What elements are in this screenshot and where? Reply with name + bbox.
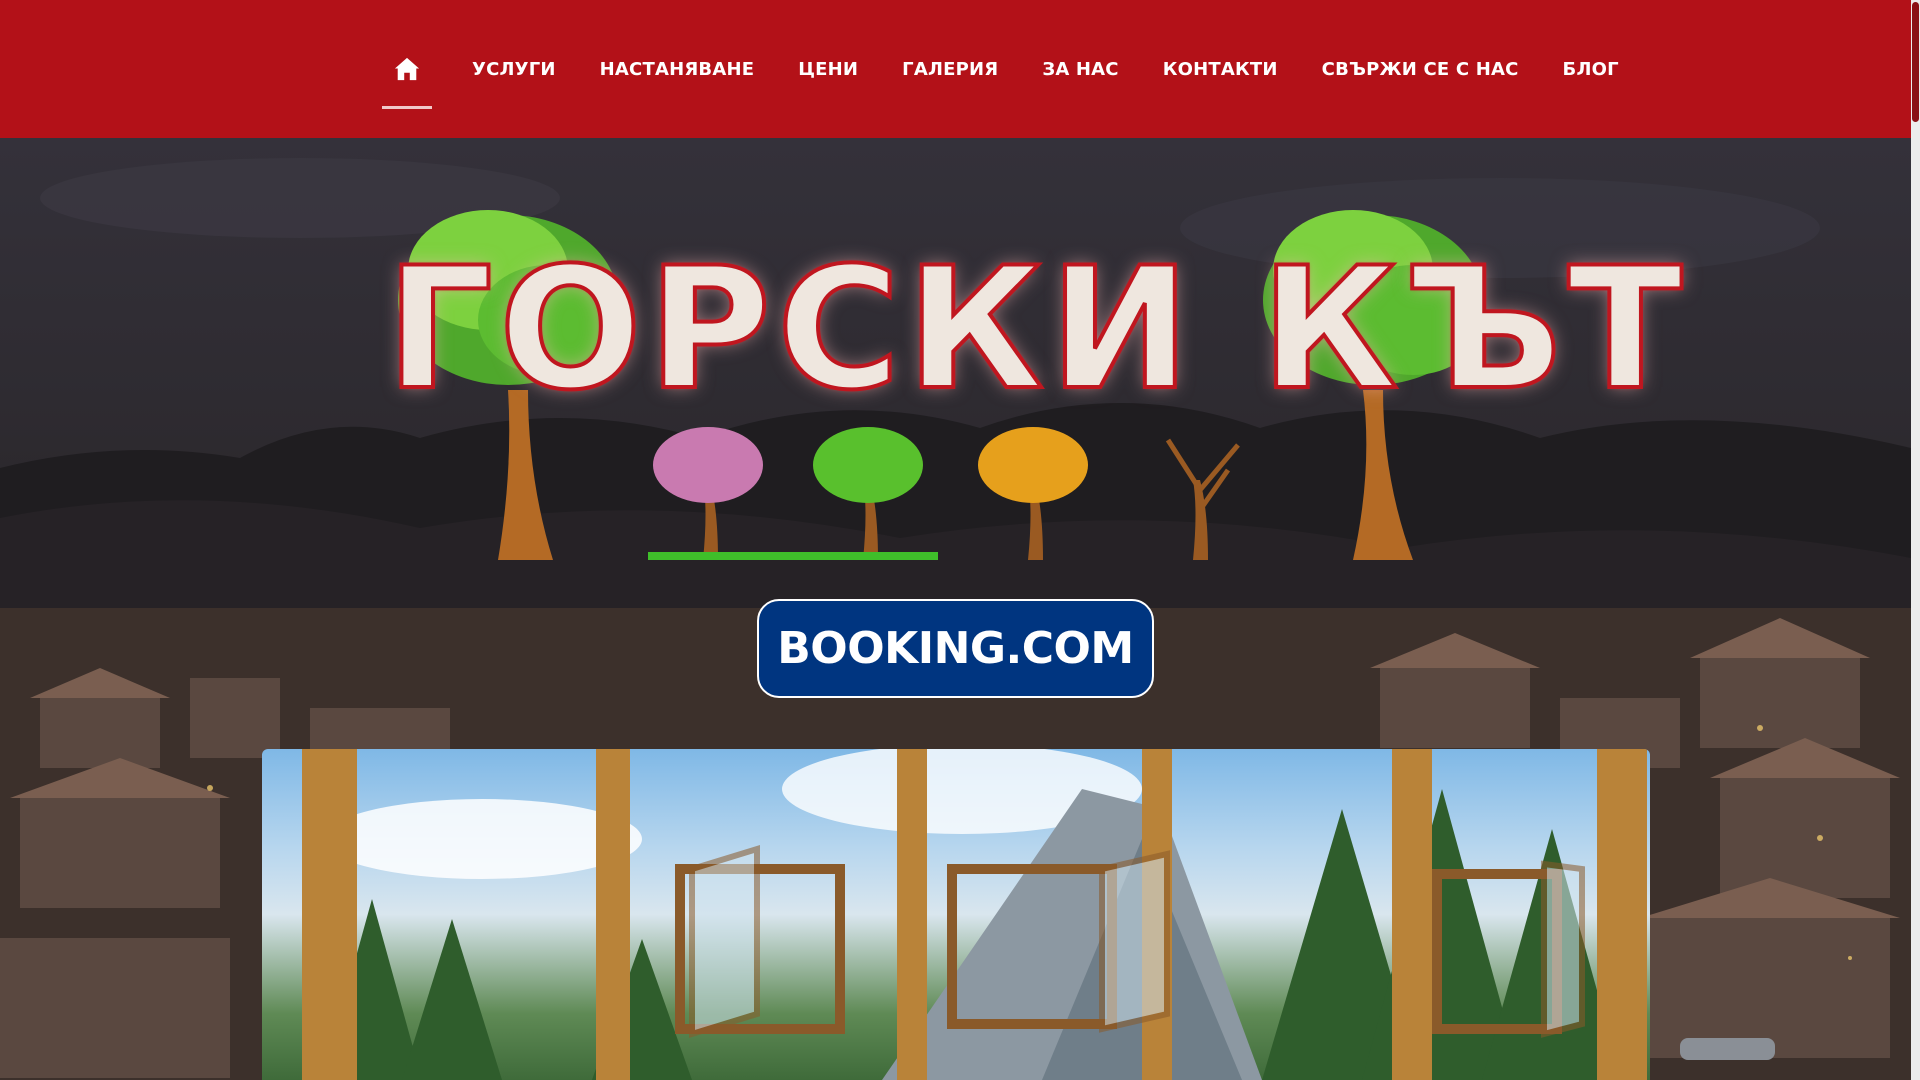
scrollbar-thumb[interactable] — [1912, 2, 1919, 122]
nav-contact-us[interactable]: СВЪРЖИ СЕ С НАС — [1300, 2, 1541, 136]
nav-about[interactable]: ЗА НАС — [1020, 2, 1140, 136]
hero-photo-slider[interactable] — [262, 749, 1650, 1080]
nav-prices[interactable]: ЦЕНИ — [776, 2, 880, 136]
main-nav: УСЛУГИ НАСТАНЯВАНЕ ЦЕНИ ГАЛЕРИЯ ЗА НАС К… — [382, 0, 1641, 138]
booking-button[interactable]: BOOKING.COM — [757, 599, 1154, 698]
windows-installation-photo — [302, 749, 1647, 1080]
nav-blog[interactable]: БЛОГ — [1541, 2, 1641, 136]
nav-contacts[interactable]: КОНТАКТИ — [1141, 2, 1300, 136]
logo-title: ГОРСКИ КЪТ — [384, 231, 1689, 427]
page-scrollbar[interactable] — [1911, 0, 1920, 1080]
nav-accommodation[interactable]: НАСТАНЯВАНЕ — [578, 2, 777, 136]
home-icon — [394, 57, 420, 81]
nav-gallery[interactable]: ГАЛЕРИЯ — [880, 2, 1020, 136]
top-nav-bar: УСЛУГИ НАСТАНЯВАНЕ ЦЕНИ ГАЛЕРИЯ ЗА НАС К… — [0, 0, 1911, 138]
page: УСЛУГИ НАСТАНЯВАНЕ ЦЕНИ ГАЛЕРИЯ ЗА НАС К… — [0, 0, 1920, 1080]
site-logo[interactable]: ГОРСКИ КЪТ — [378, 190, 1689, 565]
nav-home[interactable] — [382, 2, 432, 136]
nav-services[interactable]: УСЛУГИ — [450, 2, 578, 136]
